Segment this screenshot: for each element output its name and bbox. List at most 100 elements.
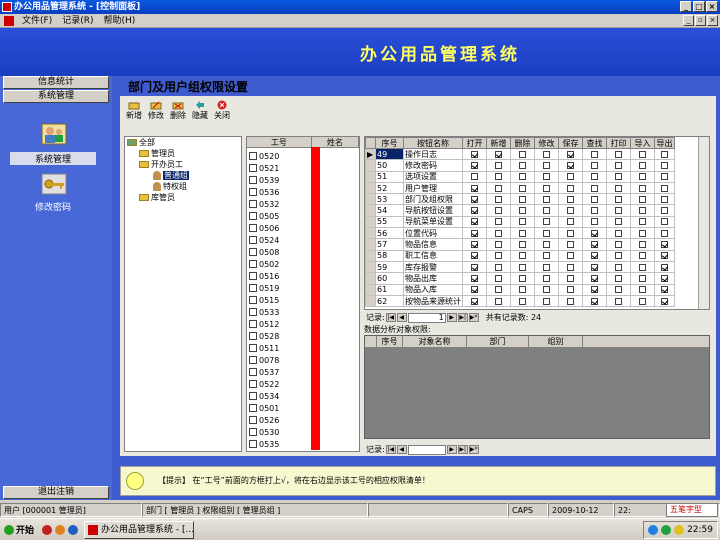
grid-row[interactable]: ▶ 49 操作日志 <box>365 147 675 161</box>
first-record-button[interactable]: |◀ <box>385 313 396 322</box>
permission-checkbox[interactable] <box>543 229 550 237</box>
grid-row[interactable]: 61 物品入库 <box>365 283 675 296</box>
object-first-button[interactable]: |◀ <box>385 445 396 454</box>
user-row[interactable]: 0501 <box>249 402 357 414</box>
child-close-button[interactable]: × <box>707 15 718 26</box>
user-checkbox[interactable] <box>249 356 257 364</box>
department-tree[interactable]: 全部 管理员 开办员工 普通组 特权组 库管员 <box>124 136 242 452</box>
logout-button[interactable]: 退出注销 <box>3 486 109 499</box>
permission-checkbox[interactable] <box>471 229 478 237</box>
permission-checkbox[interactable] <box>639 173 646 181</box>
permission-checkbox[interactable] <box>471 218 478 226</box>
permission-checkbox[interactable] <box>495 241 502 249</box>
sidebar-item-change-password[interactable]: 修改密码 <box>10 200 96 213</box>
permission-checkbox[interactable] <box>519 274 526 282</box>
maximize-button[interactable]: □ <box>693 1 705 12</box>
grid-row[interactable]: 60 物品出库 <box>365 272 675 285</box>
row-selector[interactable] <box>365 238 376 251</box>
object-col-dept[interactable]: 部门 <box>467 336 529 347</box>
permission-checkbox[interactable] <box>471 173 478 181</box>
user-row[interactable]: 0539 <box>249 174 357 186</box>
permission-checkbox[interactable] <box>591 207 598 215</box>
permission-checkbox[interactable] <box>471 252 478 260</box>
row-selector[interactable] <box>365 249 376 262</box>
permission-checkbox[interactable] <box>591 150 598 158</box>
taskbar-app-button[interactable]: 办公用品管理系统 - [... <box>84 520 195 539</box>
row-selector[interactable] <box>365 227 376 240</box>
user-checkbox[interactable] <box>249 320 257 328</box>
permission-checkbox[interactable] <box>471 150 478 158</box>
grid-scrollbar[interactable] <box>698 137 709 309</box>
permission-checkbox[interactable] <box>543 150 550 158</box>
permission-checkbox[interactable] <box>519 195 526 203</box>
last-record-button[interactable]: ▶| <box>457 313 468 322</box>
permission-checkbox[interactable] <box>615 173 622 181</box>
permission-checkbox[interactable] <box>567 286 574 294</box>
grid-row[interactable]: 58 职工信息 <box>365 249 675 262</box>
user-checkbox[interactable] <box>249 272 257 280</box>
permission-checkbox[interactable] <box>661 297 668 305</box>
col-header-id[interactable]: 工号 <box>247 137 312 147</box>
permission-checkbox[interactable] <box>495 274 502 282</box>
user-checkbox[interactable] <box>249 404 257 412</box>
user-row[interactable]: 0512 <box>249 318 357 330</box>
permission-checkbox[interactable] <box>661 207 668 215</box>
permission-checkbox[interactable] <box>615 207 622 215</box>
user-checkbox[interactable] <box>249 428 257 436</box>
system-manage-icon[interactable] <box>40 122 68 146</box>
permission-checkbox[interactable] <box>471 263 478 271</box>
permission-checkbox[interactable] <box>639 297 646 305</box>
menu-help[interactable]: 帮助(H) <box>103 14 135 27</box>
permission-checkbox[interactable] <box>615 184 622 192</box>
permission-checkbox[interactable] <box>543 274 550 282</box>
permission-checkbox[interactable] <box>591 161 598 169</box>
permission-checkbox[interactable] <box>519 252 526 260</box>
object-permission-grid[interactable]: 序号 对象名称 部门 组别 <box>364 335 710 439</box>
tree-node-staff[interactable]: 开办员工 <box>139 160 183 170</box>
permission-checkbox[interactable] <box>567 207 574 215</box>
permission-checkbox[interactable] <box>471 161 478 169</box>
permission-checkbox[interactable] <box>591 184 598 192</box>
row-selector[interactable]: ▶ <box>365 147 376 161</box>
permission-checkbox[interactable] <box>615 161 622 169</box>
permission-checkbox[interactable] <box>519 207 526 215</box>
permission-checkbox[interactable] <box>591 274 598 282</box>
permission-checkbox[interactable] <box>543 195 550 203</box>
quicklaunch-icon[interactable] <box>42 524 53 535</box>
permission-checkbox[interactable] <box>567 150 574 158</box>
grid-col-header[interactable]: 查找 <box>582 137 607 149</box>
permission-checkbox[interactable] <box>543 297 550 305</box>
user-row[interactable]: 0532 <box>249 198 357 210</box>
user-row[interactable]: 0536 <box>249 186 357 198</box>
grid-col-header[interactable]: 导出 <box>654 137 675 149</box>
sidebar-item-system-manage[interactable]: 系统管理 <box>10 152 96 165</box>
user-row[interactable]: 0506 <box>249 222 357 234</box>
permission-checkbox[interactable] <box>567 274 574 282</box>
permission-checkbox[interactable] <box>495 207 502 215</box>
permission-checkbox[interactable] <box>639 263 646 271</box>
permission-checkbox[interactable] <box>591 173 598 181</box>
permission-checkbox[interactable] <box>519 286 526 294</box>
ie-icon[interactable] <box>68 524 79 535</box>
permission-checkbox[interactable] <box>639 252 646 260</box>
grid-col-header[interactable]: 修改 <box>534 137 559 149</box>
permission-checkbox[interactable] <box>591 252 598 260</box>
user-checkbox[interactable] <box>249 236 257 244</box>
permission-checkbox[interactable] <box>639 286 646 294</box>
permission-checkbox[interactable] <box>615 297 622 305</box>
col-header-name[interactable]: 姓名 <box>312 137 359 147</box>
permission-checkbox[interactable] <box>615 274 622 282</box>
object-col-group[interactable]: 组别 <box>529 336 583 347</box>
browser-icon[interactable] <box>55 524 66 535</box>
system-manage-button[interactable]: 系统管理 <box>3 90 109 103</box>
permission-checkbox[interactable] <box>661 218 668 226</box>
permission-checkbox[interactable] <box>661 195 668 203</box>
user-row[interactable]: 0534 <box>249 390 357 402</box>
permission-checkbox[interactable] <box>591 241 598 249</box>
user-row[interactable]: 0535 <box>249 438 357 450</box>
tree-node-privileged-group[interactable]: 特权组 <box>153 182 187 192</box>
permission-checkbox[interactable] <box>615 150 622 158</box>
permission-checkbox[interactable] <box>661 274 668 282</box>
tree-node-admin[interactable]: 管理员 <box>139 149 175 159</box>
permission-checkbox[interactable] <box>591 297 598 305</box>
